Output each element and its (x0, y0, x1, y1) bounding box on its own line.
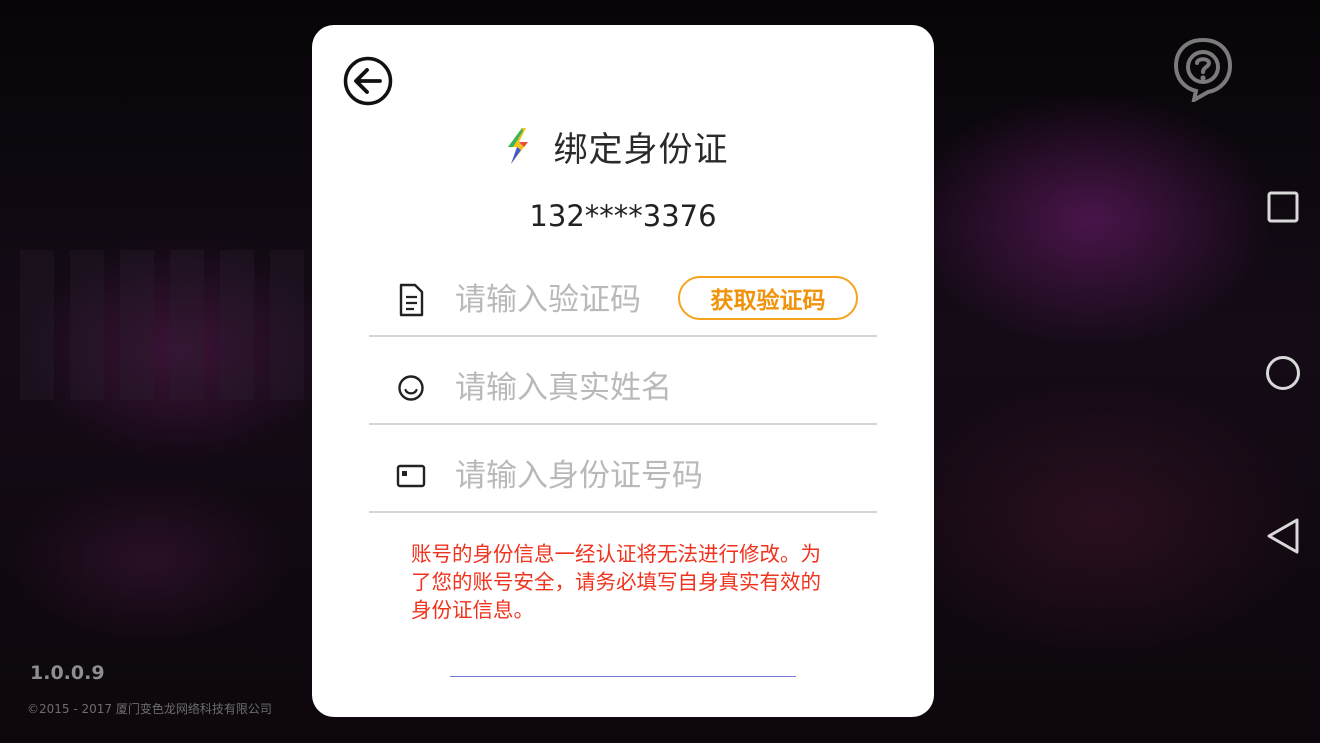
verification-code-input[interactable] (453, 275, 677, 325)
warning-notice: 账号的身份信息一经认证将无法进行修改。为了您的账号安全，请务必填写自身真实有效的… (411, 542, 821, 622)
smiley-face-icon (398, 375, 424, 401)
version-label: 1.0.0.9 (30, 662, 105, 684)
back-triangle-icon[interactable] (1264, 516, 1302, 556)
bottom-divider (450, 676, 796, 677)
verification-code-field: 获取验证码 (369, 265, 877, 337)
bind-id-dialog: 绑定身份证 132****3376 获取验证码 账号的身份信息一经认证将无法进行… (312, 25, 934, 717)
help-question-icon[interactable] (1172, 36, 1234, 102)
lightning-bolt-icon (507, 128, 528, 164)
real-name-input[interactable] (453, 363, 857, 413)
phone-number: 132****3376 (529, 199, 717, 233)
recent-apps-icon[interactable] (1266, 190, 1300, 224)
copyright-label: ©2015 - 2017 厦门变色龙网络科技有限公司 (27, 702, 272, 716)
get-code-button[interactable]: 获取验证码 (678, 276, 858, 320)
id-card-icon (396, 464, 426, 488)
real-name-field (369, 353, 877, 425)
home-icon[interactable] (1264, 354, 1302, 392)
dialog-title: 绑定身份证 (553, 129, 729, 170)
document-icon (399, 283, 424, 317)
id-number-input[interactable] (453, 451, 857, 501)
id-number-field (369, 441, 877, 513)
background-castle-wall (20, 250, 310, 400)
back-arrow-icon[interactable] (343, 56, 393, 106)
dialog-header: 绑定身份证 (312, 123, 934, 170)
